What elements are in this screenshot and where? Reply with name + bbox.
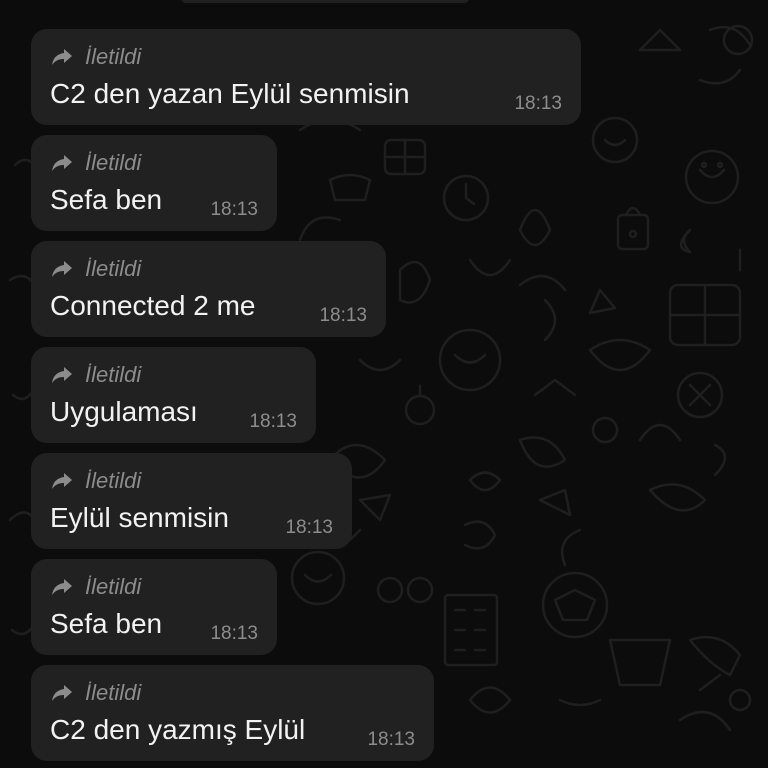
forwarded-label: İletildi [85, 468, 142, 493]
forwarded-label: İletildi [85, 680, 142, 705]
forward-arrow-icon [52, 685, 72, 701]
forwarded-indicator: İletildi [51, 256, 141, 282]
message-bubble[interactable]: İletildi Eylül senmisin 18:13 [31, 453, 352, 549]
forwarded-label: İletildi [85, 574, 142, 599]
message-text: C2 den yazan Eylül senmisin [50, 78, 410, 109]
message-bubble[interactable]: İletildi Uygulaması 18:13 [31, 347, 316, 443]
message-text: Sefa ben [50, 608, 163, 639]
forwarded-label: İletildi [85, 362, 142, 387]
forward-arrow-icon [52, 155, 72, 171]
message-text: Eylül senmisin [50, 502, 229, 533]
message-time: 18:13 [514, 93, 562, 114]
message-text: Connected 2 me [50, 290, 256, 321]
message-text: Uygulaması [50, 396, 198, 427]
message-time: 18:13 [367, 729, 415, 750]
message-time: 18:13 [210, 199, 258, 220]
forward-arrow-icon [52, 579, 72, 595]
message-bubble[interactable]: İletildi Sefa ben 18:13 [31, 559, 277, 655]
forwarded-label: İletildi [85, 44, 142, 69]
message-bubble[interactable]: İletildi Connected 2 me 18:13 [31, 241, 386, 337]
chat-view[interactable]: İletildi C2 den yazan Eylül senmisin 18:… [0, 0, 768, 768]
forwarded-indicator: İletildi [51, 680, 141, 706]
forwarded-label: İletildi [85, 256, 142, 281]
message-text: C2 den yazmış Eylül [50, 714, 306, 745]
forwarded-indicator: İletildi [51, 468, 141, 494]
forwarded-indicator: İletildi [51, 362, 141, 388]
message-bubble[interactable]: İletildi Sefa ben 18:13 [31, 135, 277, 231]
forwarded-indicator: İletildi [51, 574, 141, 600]
forwarded-indicator: İletildi [51, 150, 141, 176]
forwarded-indicator: İletildi [51, 44, 141, 70]
message-bubble[interactable]: İletildi C2 den yazan Eylül senmisin 18:… [31, 29, 581, 125]
message-text: Sefa ben [50, 184, 163, 215]
forward-arrow-icon [52, 49, 72, 65]
message-time: 18:13 [210, 623, 258, 644]
forwarded-label: İletildi [85, 150, 142, 175]
previous-message-edge [180, 0, 470, 3]
forward-arrow-icon [52, 261, 72, 277]
message-time: 18:13 [319, 305, 367, 326]
forward-arrow-icon [52, 473, 72, 489]
message-time: 18:13 [285, 517, 333, 538]
forward-arrow-icon [52, 367, 72, 383]
message-bubble[interactable]: İletildi C2 den yazmış Eylül 18:13 [31, 665, 434, 761]
message-time: 18:13 [249, 411, 297, 432]
